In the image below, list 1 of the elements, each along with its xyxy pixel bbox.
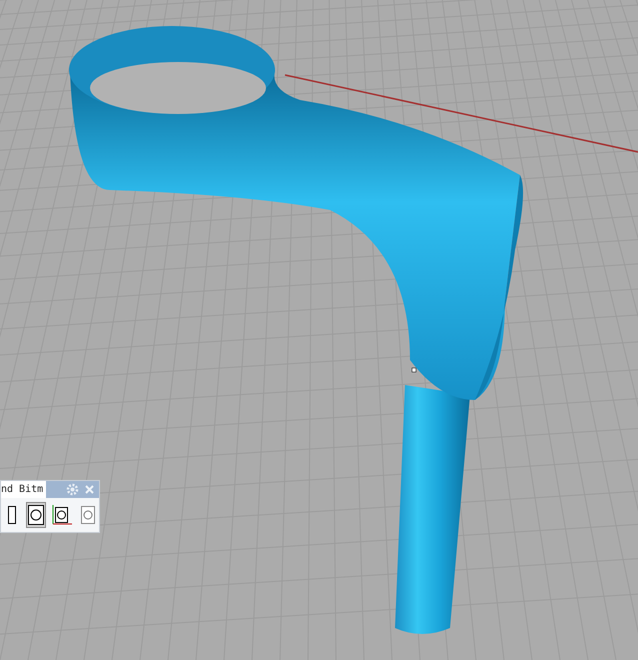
panel-title: nd Bitm xyxy=(1,481,46,498)
